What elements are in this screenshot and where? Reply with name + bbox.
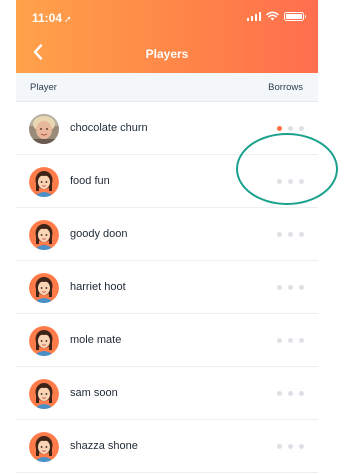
page-title: Players bbox=[145, 47, 189, 61]
players-screen: 11:04 ➚ Players Player Borrows chocolate … bbox=[16, 0, 318, 474]
borrow-dot-empty bbox=[288, 126, 293, 131]
borrow-dot-empty bbox=[299, 232, 304, 237]
avatar bbox=[29, 114, 59, 144]
player-row[interactable]: goody doon bbox=[16, 208, 318, 261]
annotation-circle bbox=[236, 133, 338, 205]
player-name: mole mate bbox=[70, 334, 122, 346]
column-player: Player bbox=[30, 82, 57, 93]
status-time-text: 11:04 bbox=[32, 11, 63, 25]
borrow-dot-empty bbox=[277, 232, 282, 237]
borrow-dot-empty bbox=[288, 391, 293, 396]
borrow-dot-empty bbox=[299, 444, 304, 449]
borrow-indicator bbox=[277, 126, 304, 131]
location-arrow-icon: ➚ bbox=[64, 14, 72, 24]
player-name: harriet hoot bbox=[70, 281, 126, 293]
borrow-dot-empty bbox=[277, 391, 282, 396]
borrow-dot-empty bbox=[288, 338, 293, 343]
borrow-dot-empty bbox=[299, 391, 304, 396]
avatar bbox=[29, 220, 59, 250]
borrow-dot-empty bbox=[277, 338, 282, 343]
player-row[interactable]: mole mate bbox=[16, 314, 318, 367]
borrow-dot-empty bbox=[288, 285, 293, 290]
status-time: 11:04 ➚ bbox=[32, 11, 72, 25]
borrow-indicator bbox=[277, 285, 304, 290]
borrow-dot-filled bbox=[277, 126, 282, 131]
borrow-indicator bbox=[277, 444, 304, 449]
borrow-dot-empty bbox=[288, 444, 293, 449]
borrow-dot-empty bbox=[277, 444, 282, 449]
borrow-dot-empty bbox=[288, 232, 293, 237]
borrow-dot-empty bbox=[299, 126, 304, 131]
wifi-icon bbox=[266, 11, 279, 21]
player-name: shazza shone bbox=[70, 440, 138, 452]
player-name: sam soon bbox=[70, 387, 118, 399]
avatar bbox=[29, 379, 59, 409]
avatar bbox=[29, 326, 59, 356]
signal-icon bbox=[246, 11, 261, 21]
header-bar: 11:04 ➚ Players bbox=[16, 0, 318, 73]
player-name: chocolate churn bbox=[70, 122, 148, 134]
battery-icon bbox=[284, 11, 306, 21]
borrow-indicator bbox=[277, 338, 304, 343]
borrow-indicator bbox=[277, 232, 304, 237]
player-row[interactable]: harriet hoot bbox=[16, 261, 318, 314]
column-borrows: Borrows bbox=[268, 82, 303, 93]
player-row[interactable]: sam soon bbox=[16, 367, 318, 420]
borrow-dot-empty bbox=[299, 285, 304, 290]
column-header: Player Borrows bbox=[16, 73, 318, 102]
avatar bbox=[29, 432, 59, 462]
avatar bbox=[29, 273, 59, 303]
borrow-dot-empty bbox=[277, 285, 282, 290]
borrow-dot-empty bbox=[299, 338, 304, 343]
player-name: food fun bbox=[70, 175, 110, 187]
player-name: goody doon bbox=[70, 228, 128, 240]
status-icons bbox=[246, 11, 306, 21]
player-row[interactable]: shazza shone bbox=[16, 420, 318, 473]
avatar bbox=[29, 167, 59, 197]
borrow-indicator bbox=[277, 391, 304, 396]
